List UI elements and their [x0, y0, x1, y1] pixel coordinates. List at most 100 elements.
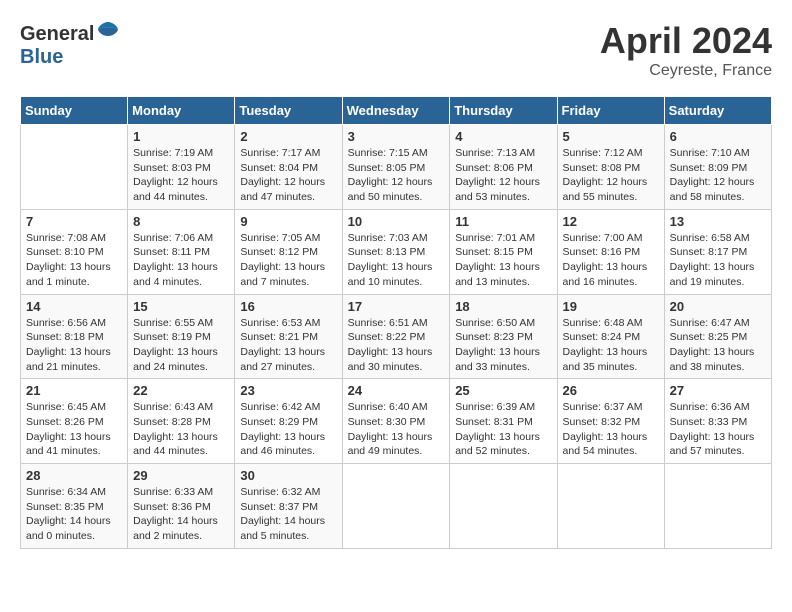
day-info: Sunrise: 6:42 AMSunset: 8:29 PMDaylight:…: [240, 400, 336, 459]
day-number: 10: [348, 214, 445, 229]
calendar-cell: 14 Sunrise: 6:56 AMSunset: 8:18 PMDayligh…: [21, 294, 128, 379]
logo-bird-icon: [96, 20, 120, 40]
day-info: Sunrise: 6:45 AMSunset: 8:26 PMDaylight:…: [26, 400, 122, 459]
day-number: 5: [563, 129, 659, 144]
location-title: Ceyreste, France: [600, 62, 772, 80]
day-number: 21: [26, 383, 122, 398]
day-info: Sunrise: 7:19 AMSunset: 8:03 PMDaylight:…: [133, 146, 229, 205]
calendar-cell: 3 Sunrise: 7:15 AMSunset: 8:05 PMDaylight…: [342, 125, 450, 210]
day-number: 13: [670, 214, 766, 229]
calendar-cell: [664, 464, 771, 549]
calendar-cell: 16 Sunrise: 6:53 AMSunset: 8:21 PMDayligh…: [235, 294, 342, 379]
calendar-cell: 25 Sunrise: 6:39 AMSunset: 8:31 PMDayligh…: [450, 379, 557, 464]
week-row-5: 28 Sunrise: 6:34 AMSunset: 8:35 PMDayligh…: [21, 464, 772, 549]
day-info: Sunrise: 6:47 AMSunset: 8:25 PMDaylight:…: [670, 316, 766, 375]
day-info: Sunrise: 6:33 AMSunset: 8:36 PMDaylight:…: [133, 485, 229, 544]
calendar-cell: 19 Sunrise: 6:48 AMSunset: 8:24 PMDayligh…: [557, 294, 664, 379]
header-day-thursday: Thursday: [450, 97, 557, 125]
calendar-cell: 4Sunrise: 7:13 AMSunset: 8:06 PMDaylight…: [450, 125, 557, 210]
logo-text: General Blue: [20, 20, 120, 69]
day-info: Sunrise: 6:34 AMSunset: 8:35 PMDaylight:…: [26, 485, 122, 544]
calendar-cell: 2Sunrise: 7:17 AMSunset: 8:04 PMDaylight…: [235, 125, 342, 210]
day-info: Sunrise: 6:32 AMSunset: 8:37 PMDaylight:…: [240, 485, 336, 544]
calendar-cell: 20 Sunrise: 6:47 AMSunset: 8:25 PMDayligh…: [664, 294, 771, 379]
day-info: Sunrise: 6:37 AMSunset: 8:32 PMDaylight:…: [563, 400, 659, 459]
calendar-cell: 27 Sunrise: 6:36 AMSunset: 8:33 PMDayligh…: [664, 379, 771, 464]
calendar-cell: 6 Sunrise: 7:10 AMSunset: 8:09 PMDaylight…: [664, 125, 771, 210]
day-number: 29: [133, 468, 229, 483]
calendar-cell: 22Sunrise: 6:43 AMSunset: 8:28 PMDayligh…: [128, 379, 235, 464]
day-number: 23: [240, 383, 336, 398]
day-info: Sunrise: 7:10 AMSunset: 8:09 PMDaylight:…: [670, 146, 766, 205]
calendar-cell: 9 Sunrise: 7:05 AMSunset: 8:12 PMDaylight…: [235, 209, 342, 294]
page-header: General Blue April 2024 Ceyreste, France: [20, 20, 772, 80]
day-number: 3: [348, 129, 445, 144]
day-number: 6: [670, 129, 766, 144]
day-info: Sunrise: 7:05 AMSunset: 8:12 PMDaylight:…: [240, 231, 336, 290]
calendar-cell: [21, 125, 128, 210]
day-number: 15: [133, 299, 229, 314]
calendar-cell: 1 Sunrise: 7:19 AMSunset: 8:03 PMDaylight…: [128, 125, 235, 210]
day-info: Sunrise: 6:56 AMSunset: 8:18 PMDaylight:…: [26, 316, 122, 375]
day-info: Sunrise: 6:51 AMSunset: 8:22 PMDaylight:…: [348, 316, 445, 375]
day-info: Sunrise: 6:40 AMSunset: 8:30 PMDaylight:…: [348, 400, 445, 459]
calendar-cell: 18 Sunrise: 6:50 AMSunset: 8:23 PMDayligh…: [450, 294, 557, 379]
calendar-cell: 30 Sunrise: 6:32 AMSunset: 8:37 PMDayligh…: [235, 464, 342, 549]
week-row-2: 7 Sunrise: 7:08 AMSunset: 8:10 PMDaylight…: [21, 209, 772, 294]
day-info: Sunrise: 6:58 AMSunset: 8:17 PMDaylight:…: [670, 231, 766, 290]
day-info: Sunrise: 7:01 AMSunset: 8:15 PMDaylight:…: [455, 231, 551, 290]
calendar-cell: [557, 464, 664, 549]
month-title: April 2024: [600, 20, 772, 62]
day-number: 14: [26, 299, 122, 314]
day-number: 19: [563, 299, 659, 314]
header-day-tuesday: Tuesday: [235, 97, 342, 125]
day-number: 30: [240, 468, 336, 483]
calendar-cell: 29 Sunrise: 6:33 AMSunset: 8:36 PMDayligh…: [128, 464, 235, 549]
calendar-cell: 17 Sunrise: 6:51 AMSunset: 8:22 PMDayligh…: [342, 294, 450, 379]
calendar-cell: 11 Sunrise: 7:01 AMSunset: 8:15 PMDayligh…: [450, 209, 557, 294]
day-info: Sunrise: 6:50 AMSunset: 8:23 PMDaylight:…: [455, 316, 551, 375]
day-number: 17: [348, 299, 445, 314]
calendar-cell: [450, 464, 557, 549]
day-info: Sunrise: 7:17 AMSunset: 8:04 PMDaylight:…: [240, 146, 336, 205]
calendar-cell: [342, 464, 450, 549]
day-info: Sunrise: 6:53 AMSunset: 8:21 PMDaylight:…: [240, 316, 336, 375]
calendar-body: 1 Sunrise: 7:19 AMSunset: 8:03 PMDaylight…: [21, 125, 772, 549]
header-day-sunday: Sunday: [21, 97, 128, 125]
day-number: 12: [563, 214, 659, 229]
header-row: SundayMondayTuesdayWednesdayThursdayFrid…: [21, 97, 772, 125]
header-day-monday: Monday: [128, 97, 235, 125]
calendar-table: SundayMondayTuesdayWednesdayThursdayFrid…: [20, 96, 772, 549]
calendar-cell: 23 Sunrise: 6:42 AMSunset: 8:29 PMDayligh…: [235, 379, 342, 464]
day-info: Sunrise: 6:39 AMSunset: 8:31 PMDaylight:…: [455, 400, 551, 459]
calendar-cell: 28 Sunrise: 6:34 AMSunset: 8:35 PMDayligh…: [21, 464, 128, 549]
day-info: Sunrise: 6:48 AMSunset: 8:24 PMDaylight:…: [563, 316, 659, 375]
day-info: Sunrise: 6:55 AMSunset: 8:19 PMDaylight:…: [133, 316, 229, 375]
day-number: 27: [670, 383, 766, 398]
day-number: 25: [455, 383, 551, 398]
calendar-cell: 13 Sunrise: 6:58 AMSunset: 8:17 PMDayligh…: [664, 209, 771, 294]
calendar-cell: 21 Sunrise: 6:45 AMSunset: 8:26 PMDayligh…: [21, 379, 128, 464]
day-number: 28: [26, 468, 122, 483]
header-day-wednesday: Wednesday: [342, 97, 450, 125]
day-number: 9: [240, 214, 336, 229]
day-number: 11: [455, 214, 551, 229]
day-info: Sunrise: 7:03 AMSunset: 8:13 PMDaylight:…: [348, 231, 445, 290]
header-day-friday: Friday: [557, 97, 664, 125]
calendar-cell: 15 Sunrise: 6:55 AMSunset: 8:19 PMDayligh…: [128, 294, 235, 379]
day-number: 26: [563, 383, 659, 398]
header-day-saturday: Saturday: [664, 97, 771, 125]
calendar-cell: 10 Sunrise: 7:03 AMSunset: 8:13 PMDayligh…: [342, 209, 450, 294]
day-info: Sunrise: 6:43 AMSunset: 8:28 PMDaylight:…: [133, 400, 229, 459]
day-number: 18: [455, 299, 551, 314]
title-block: April 2024 Ceyreste, France: [600, 20, 772, 80]
day-info: Sunrise: 7:15 AMSunset: 8:05 PMDaylight:…: [348, 146, 445, 205]
day-number: 20: [670, 299, 766, 314]
day-number: 4: [455, 129, 551, 144]
day-number: 24: [348, 383, 445, 398]
day-info: Sunrise: 6:36 AMSunset: 8:33 PMDaylight:…: [670, 400, 766, 459]
day-number: 16: [240, 299, 336, 314]
day-number: 1: [133, 129, 229, 144]
day-number: 7: [26, 214, 122, 229]
day-info: Sunrise: 7:08 AMSunset: 8:10 PMDaylight:…: [26, 231, 122, 290]
